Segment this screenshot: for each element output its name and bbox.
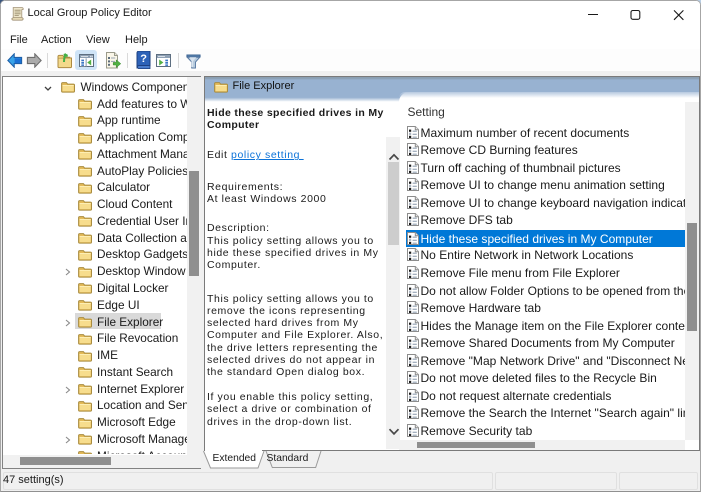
svg-text:?: ? — [140, 53, 147, 65]
